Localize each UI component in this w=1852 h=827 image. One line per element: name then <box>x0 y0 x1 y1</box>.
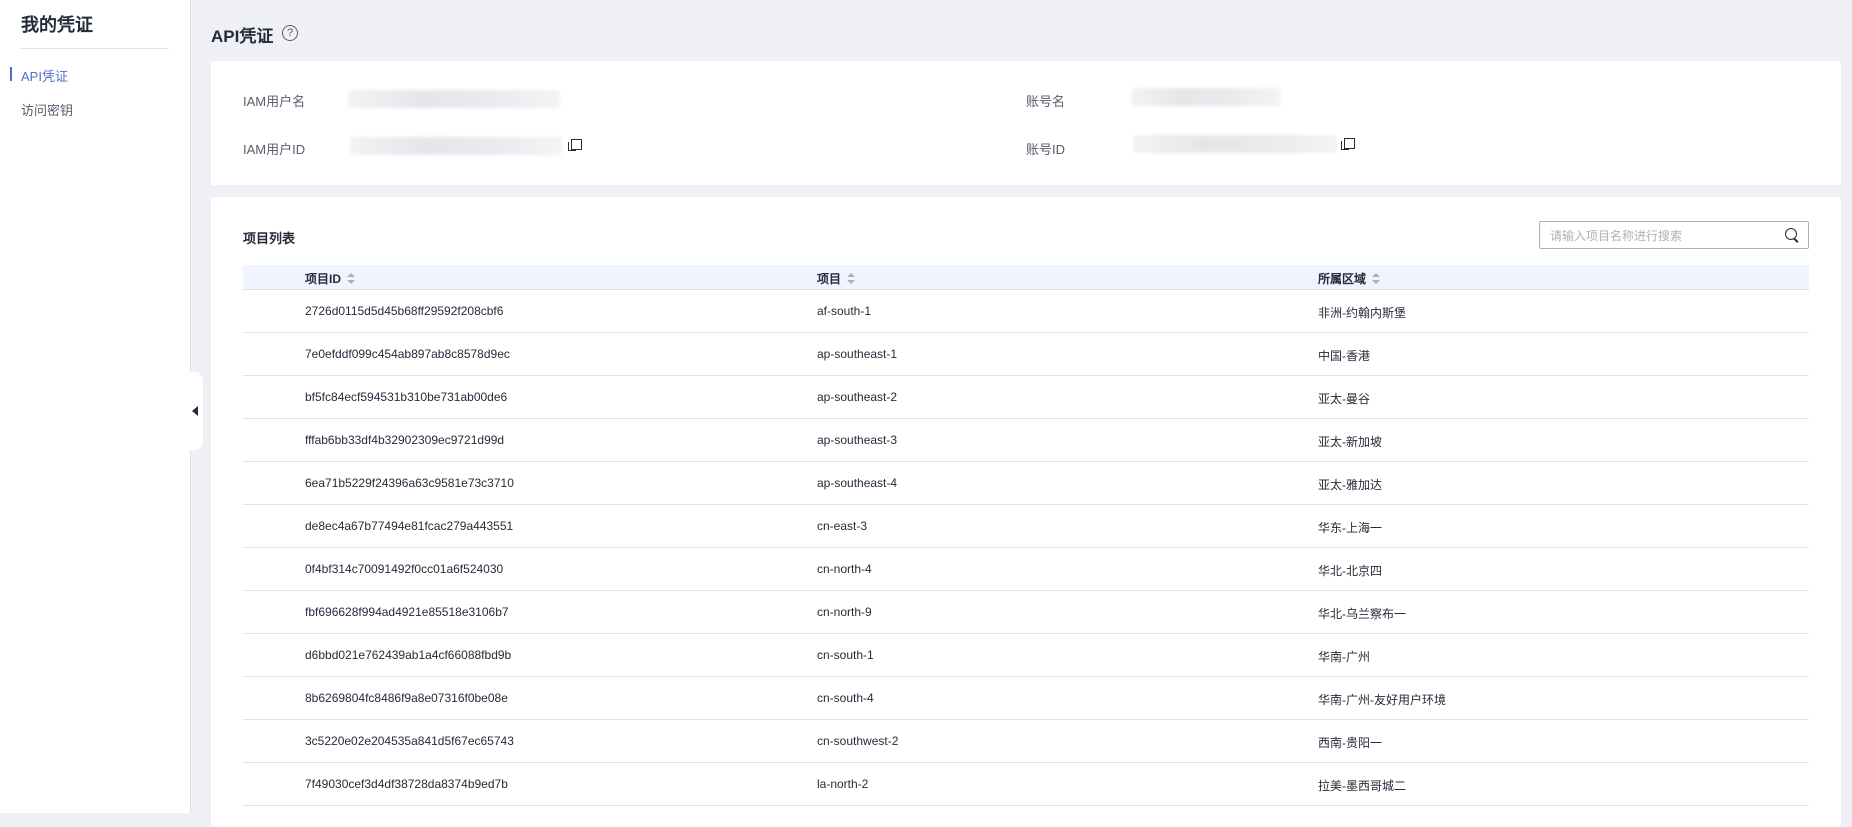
table-row: 7f49030cef3d4df38728da8374b9ed7b la-nort… <box>243 763 1809 806</box>
project-list-title: 项目列表 <box>243 231 296 246</box>
sidebar-item-api-credentials[interactable]: API凭证 <box>10 66 68 85</box>
table-body: 2726d0115d5d45b68ff29592f208cbf6 af-sout… <box>243 290 1809 806</box>
table-row: 7e0efddf099c454ab897ab8c8578d9ec ap-sout… <box>243 333 1809 376</box>
project-id-cell: d6bbd021e762439ab1a4cf66088fbd9b <box>305 648 512 662</box>
project-name-cell: cn-north-4 <box>817 562 872 576</box>
sort-icon[interactable] <box>347 272 356 285</box>
column-header-label: 所属区域 <box>1318 272 1367 286</box>
project-id-cell: 6ea71b5229f24396a63c9581e73c3710 <box>305 476 514 490</box>
caret-left-icon <box>192 406 198 416</box>
project-id-cell: fbf696628f994ad4921e85518e3106b7 <box>305 605 509 619</box>
region-cell: 亚太-雅加达 <box>1318 478 1382 492</box>
region-cell: 亚太-曼谷 <box>1318 392 1370 406</box>
account-id-label: 账号ID <box>1026 142 1066 157</box>
copy-iam-user-id-icon[interactable] <box>568 139 582 152</box>
search-icon[interactable] <box>1785 228 1800 243</box>
column-header-region[interactable]: 所属区域 <box>1318 270 1381 287</box>
project-id-cell: 0f4bf314c70091492f0cc01a6f524030 <box>305 562 504 576</box>
project-id-cell: 2726d0115d5d45b68ff29592f208cbf6 <box>305 304 504 318</box>
table-row: de8ec4a67b77494e81fcac279a443551 cn-east… <box>243 505 1809 548</box>
project-name-cell: ap-southeast-2 <box>817 390 898 404</box>
table-row: fbf696628f994ad4921e85518e3106b7 cn-nort… <box>243 591 1809 634</box>
project-id-cell: bf5fc84ecf594531b310be731ab00de6 <box>305 390 508 404</box>
page-title: API凭证 <box>211 27 274 46</box>
region-cell: 华东-上海一 <box>1318 521 1382 535</box>
column-header-project-id[interactable]: 项目ID <box>305 270 356 287</box>
account-name-label: 账号名 <box>1026 94 1066 109</box>
project-name-cell: cn-southwest-2 <box>817 734 899 748</box>
column-header-label: 项目ID <box>305 272 342 286</box>
project-name-cell: af-south-1 <box>817 304 872 318</box>
project-name-cell: cn-south-4 <box>817 691 874 705</box>
project-name-cell: cn-south-1 <box>817 648 874 662</box>
copy-account-id-icon[interactable] <box>1341 138 1355 151</box>
project-name-cell: ap-southeast-1 <box>817 347 898 361</box>
region-cell: 拉美-墨西哥城二 <box>1318 779 1406 793</box>
sidebar-item-access-keys[interactable]: 访问密钥 <box>21 100 73 119</box>
column-header-label: 项目 <box>817 272 842 286</box>
table-row: 0f4bf314c70091492f0cc01a6f524030 cn-nort… <box>243 548 1809 591</box>
table-row: 8b6269804fc8486f9a8e07316f0be08e cn-sout… <box>243 677 1809 720</box>
table-row: 6ea71b5229f24396a63c9581e73c3710 ap-sout… <box>243 462 1809 505</box>
table-row: bf5fc84ecf594531b310be731ab00de6 ap-sout… <box>243 376 1809 419</box>
table-row: 2726d0115d5d45b68ff29592f208cbf6 af-sout… <box>243 290 1809 333</box>
project-id-cell: 7f49030cef3d4df38728da8374b9ed7b <box>305 777 508 791</box>
sidebar-title: 我的凭证 <box>21 15 93 35</box>
project-name-cell: cn-north-9 <box>817 605 872 619</box>
column-header-project[interactable]: 项目 <box>817 270 856 287</box>
project-search-box <box>1539 221 1809 249</box>
region-cell: 华南-广州 <box>1318 650 1370 664</box>
project-search-input[interactable] <box>1550 227 1770 244</box>
credential-info-card: IAM用户名 账号名 IAM用户ID 账号ID <box>211 61 1841 185</box>
project-id-cell: 3c5220e02e204535a841d5f67ec65743 <box>305 734 514 748</box>
account-id-value <box>1133 135 1337 153</box>
project-id-cell: 8b6269804fc8486f9a8e07316f0be08e <box>305 691 508 705</box>
iam-username-label: IAM用户名 <box>243 94 306 109</box>
sidebar-collapse-button[interactable] <box>187 372 203 450</box>
project-list-card: 项目列表 项目ID 项目 所属区域 2726d0115d5d45b68ff295… <box>211 197 1841 827</box>
project-name-cell: ap-southeast-4 <box>817 476 898 490</box>
project-name-cell: la-north-2 <box>817 777 869 791</box>
project-name-cell: cn-east-3 <box>817 519 868 533</box>
sidebar: 我的凭证 API凭证 访问密钥 <box>0 0 191 813</box>
sidebar-divider <box>21 48 169 49</box>
table-row: d6bbd021e762439ab1a4cf66088fbd9b cn-sout… <box>243 634 1809 677</box>
region-cell: 西南-贵阳一 <box>1318 736 1382 750</box>
region-cell: 华南-广州-友好用户环境 <box>1318 693 1446 707</box>
table-row: 3c5220e02e204535a841d5f67ec65743 cn-sout… <box>243 720 1809 763</box>
iam-user-id-value <box>350 137 562 155</box>
account-name-value <box>1131 88 1281 106</box>
project-id-cell: de8ec4a67b77494e81fcac279a443551 <box>305 519 514 533</box>
project-name-cell: ap-southeast-3 <box>817 433 898 447</box>
iam-user-id-label: IAM用户ID <box>243 142 306 157</box>
project-id-cell: 7e0efddf099c454ab897ab8c8578d9ec <box>305 347 510 361</box>
project-id-cell: fffab6bb33df4b32902309ec9721d99d <box>305 433 505 447</box>
region-cell: 非洲-约翰内斯堡 <box>1318 306 1406 320</box>
table-header: 项目ID 项目 所属区域 <box>243 265 1809 290</box>
region-cell: 华北-北京四 <box>1318 564 1382 578</box>
region-cell: 中国-香港 <box>1318 349 1370 363</box>
sort-icon[interactable] <box>847 272 856 285</box>
region-cell: 华北-乌兰察布一 <box>1318 607 1406 621</box>
table-row: fffab6bb33df4b32902309ec9721d99d ap-sout… <box>243 419 1809 462</box>
sort-icon[interactable] <box>1372 272 1381 285</box>
iam-username-value <box>348 90 560 108</box>
region-cell: 亚太-新加坡 <box>1318 435 1382 449</box>
help-icon[interactable]: ? <box>282 25 298 41</box>
